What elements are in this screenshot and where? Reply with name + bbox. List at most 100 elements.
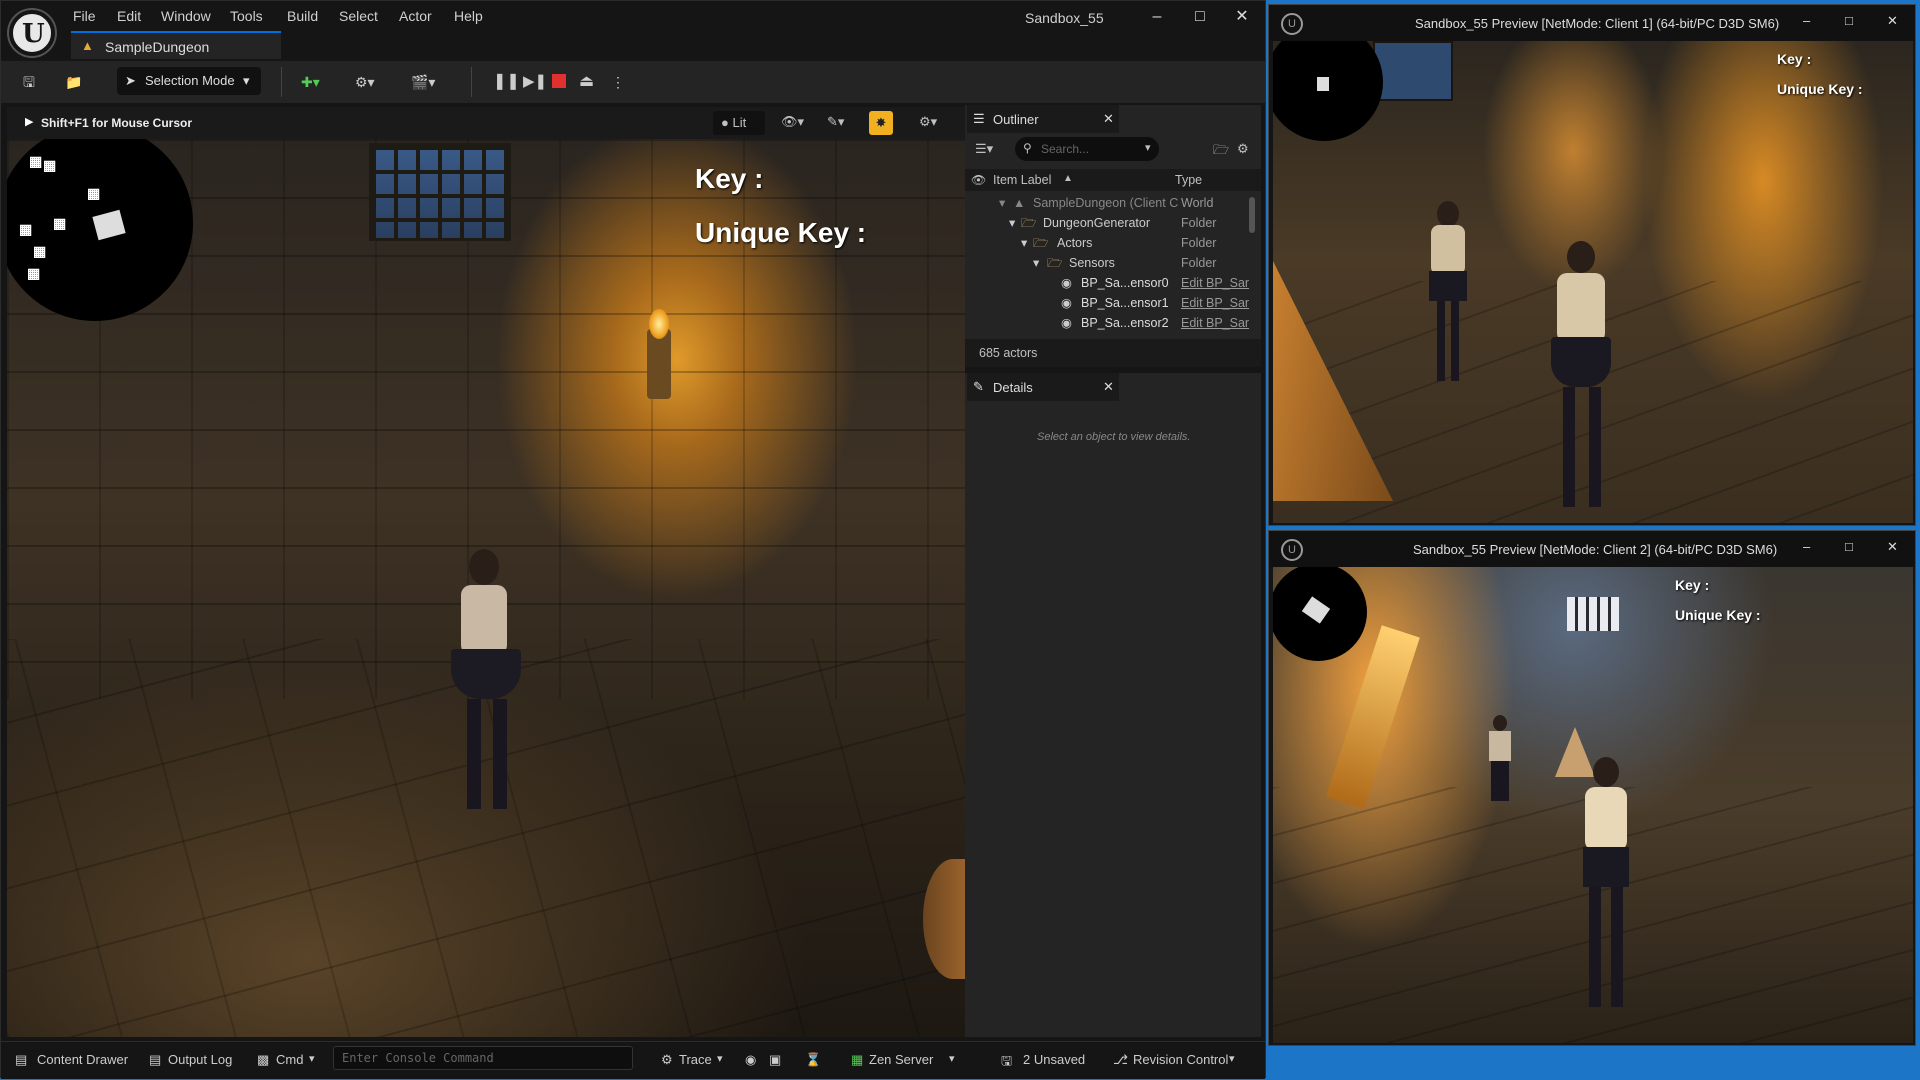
menu-tools[interactable]: Tools bbox=[230, 8, 263, 24]
menu-actor[interactable]: Actor bbox=[399, 8, 432, 24]
save-icon[interactable]: 🖫 bbox=[23, 69, 35, 95]
chevron-down-icon[interactable]: ▾ bbox=[309, 1052, 315, 1065]
output-log-button[interactable]: Output Log bbox=[168, 1052, 232, 1067]
timer-icon[interactable]: ⌛ bbox=[805, 1052, 821, 1068]
unreal-logo-icon[interactable]: U bbox=[9, 10, 55, 56]
minimize-icon[interactable]: – bbox=[1803, 539, 1810, 554]
outliner-tab[interactable]: ☰ Outliner ✕ bbox=[967, 105, 1119, 133]
browse-icon[interactable]: 📁 bbox=[65, 69, 82, 95]
title-bar: U File Edit Window Tools Build Select Ac… bbox=[1, 1, 1265, 61]
character-leg-right bbox=[1451, 301, 1459, 381]
preview-window-client-1: U Sandbox_55 Preview [NetMode: Client 1]… bbox=[1268, 4, 1916, 526]
screenshot-icon[interactable]: ▣ bbox=[769, 1052, 781, 1068]
cinematics-icon[interactable]: 🎬▾ bbox=[411, 69, 435, 95]
tree-row[interactable]: ◉ BP_Sa...ensor1 Edit BP_Sar bbox=[965, 293, 1261, 313]
tree-row[interactable]: ◉ BP_Sa...ensor2 Edit BP_Sar bbox=[965, 313, 1261, 333]
menu-window[interactable]: Window bbox=[161, 8, 211, 24]
hud-key-label: Key : bbox=[1777, 51, 1812, 67]
unsaved-icon: 🖫 bbox=[1001, 1053, 1013, 1068]
search-input[interactable]: ⚲ Search... ▾ bbox=[1015, 137, 1159, 161]
selection-mode-button[interactable]: ➤ Selection Mode ▾ bbox=[117, 67, 261, 95]
chevron-down-icon: ▾ bbox=[243, 73, 250, 88]
tree-row-label: Actors bbox=[1057, 236, 1093, 250]
chevron-down-icon[interactable]: ▾ bbox=[717, 1052, 723, 1065]
menu-file[interactable]: File bbox=[73, 8, 96, 24]
character-hair bbox=[1567, 241, 1595, 273]
character-hair bbox=[469, 549, 499, 585]
unsaved-button[interactable]: 2 Unsaved bbox=[1023, 1052, 1085, 1067]
maximize-icon[interactable]: □ bbox=[1187, 5, 1213, 29]
tree-row[interactable]: ▾ 🗁 Sensors Folder bbox=[965, 253, 1261, 273]
visibility-icon[interactable]: 👁 bbox=[971, 173, 986, 187]
revision-control-icon: ⎇ bbox=[1113, 1052, 1128, 1067]
menu-select[interactable]: Select bbox=[339, 8, 378, 24]
edit-blueprint-link[interactable]: Edit BP_Sar bbox=[1181, 273, 1249, 293]
viewport-settings-icon[interactable]: ⚙▾ bbox=[919, 114, 937, 130]
column-type[interactable]: Type bbox=[1175, 173, 1202, 187]
view-mode-button[interactable]: ● Lit bbox=[713, 111, 765, 135]
settings-icon[interactable]: ⚙ bbox=[1237, 141, 1249, 157]
preview-viewport[interactable]: Key : Unique Key : bbox=[1273, 41, 1913, 523]
actor-icon: ◉ bbox=[1061, 296, 1072, 310]
tree-row[interactable]: ▾ 🗁 DungeonGenerator Folder bbox=[965, 213, 1261, 233]
zen-server-button[interactable]: Zen Server bbox=[869, 1052, 933, 1067]
collapse-arrow-icon: ▾ bbox=[1021, 236, 1028, 250]
snap-icon[interactable]: ✎▾ bbox=[827, 114, 844, 130]
character bbox=[1541, 241, 1621, 521]
tree-row[interactable]: ◉ BP_Sa...ensor0 Edit BP_Sar bbox=[965, 273, 1261, 293]
close-icon[interactable]: ✕ bbox=[1229, 5, 1255, 29]
chevron-down-icon: ▾ bbox=[1145, 142, 1151, 154]
menu-build[interactable]: Build bbox=[287, 8, 318, 24]
character-leg-left bbox=[1437, 301, 1445, 381]
close-icon[interactable]: ✕ bbox=[1887, 13, 1898, 29]
tree-row[interactable]: ▾ ▲ SampleDungeon (Client C World bbox=[965, 193, 1261, 213]
tree-row[interactable]: ▾ 🗁 Actors Folder bbox=[965, 233, 1261, 253]
character-skirt bbox=[451, 649, 521, 699]
details-tab[interactable]: ✎ Details ✕ bbox=[967, 373, 1119, 401]
close-icon[interactable]: ✕ bbox=[1887, 539, 1898, 555]
menu-edit[interactable]: Edit bbox=[117, 8, 141, 24]
chevron-down-icon[interactable]: ▾ bbox=[1229, 1052, 1235, 1065]
character-blouse bbox=[1585, 787, 1627, 851]
cmd-button[interactable]: Cmd bbox=[276, 1052, 303, 1067]
eject-icon[interactable]: ⏏ bbox=[579, 69, 594, 95]
close-tab-icon[interactable]: ✕ bbox=[1103, 111, 1114, 127]
actor-count: 685 actors bbox=[979, 346, 1038, 360]
close-tab-icon[interactable]: ✕ bbox=[1103, 379, 1114, 395]
add-actor-icon[interactable]: ✚▾ bbox=[301, 69, 320, 95]
realtime-icon[interactable]: ✸ bbox=[869, 111, 893, 135]
pause-icon[interactable]: ❚❚ bbox=[493, 69, 520, 95]
more-options-icon[interactable]: ⋮ bbox=[611, 69, 625, 95]
edit-blueprint-link[interactable]: Edit BP_Sar bbox=[1181, 313, 1249, 333]
filter-icon[interactable]: ☰▾ bbox=[975, 141, 993, 157]
collapse-arrow-icon: ▾ bbox=[1033, 256, 1040, 270]
character-leg-left bbox=[1589, 887, 1601, 1007]
minimize-icon[interactable]: – bbox=[1803, 13, 1810, 28]
menu-help[interactable]: Help bbox=[454, 8, 483, 24]
add-folder-icon[interactable]: 🗁 bbox=[1213, 141, 1229, 163]
maximize-icon[interactable]: □ bbox=[1845, 13, 1853, 28]
preview-viewport[interactable]: Key : Unique Key : bbox=[1273, 567, 1913, 1043]
preview-title-bar: U Sandbox_55 Preview [NetMode: Client 1]… bbox=[1269, 5, 1915, 41]
character-leg-right bbox=[493, 699, 507, 809]
trace-button[interactable]: Trace bbox=[679, 1052, 712, 1067]
chevron-down-icon[interactable]: ▾ bbox=[949, 1052, 955, 1065]
folder-icon: 🗁 bbox=[1033, 236, 1049, 250]
selection-mode-label: Selection Mode bbox=[145, 73, 235, 88]
edit-blueprint-link[interactable]: Edit BP_Sar bbox=[1181, 293, 1249, 313]
blueprint-icon[interactable]: ⚙▾ bbox=[355, 69, 375, 95]
maximize-icon[interactable]: □ bbox=[1845, 539, 1853, 554]
revision-control-button[interactable]: Revision Control bbox=[1133, 1052, 1228, 1067]
content-drawer-button[interactable]: Content Drawer bbox=[37, 1052, 128, 1067]
console-input[interactable]: Enter Console Command bbox=[333, 1046, 633, 1070]
game-viewport[interactable]: ▦ ▦ ▦ ▦ ▦ ▦ ▦ Key : Unique Key : bbox=[7, 139, 965, 1037]
column-item-label[interactable]: Item Label bbox=[993, 173, 1051, 187]
record-icon[interactable]: ◉ bbox=[745, 1052, 756, 1068]
step-icon[interactable]: ▶❚ bbox=[523, 69, 547, 95]
show-flags-icon[interactable]: 👁▾ bbox=[781, 114, 804, 130]
stop-icon[interactable] bbox=[552, 74, 566, 88]
minimize-icon[interactable]: – bbox=[1144, 5, 1170, 29]
scrollbar[interactable] bbox=[1249, 197, 1255, 233]
lit-sphere-icon: ● bbox=[721, 115, 729, 130]
document-tab[interactable]: ▲ SampleDungeon bbox=[71, 31, 281, 59]
